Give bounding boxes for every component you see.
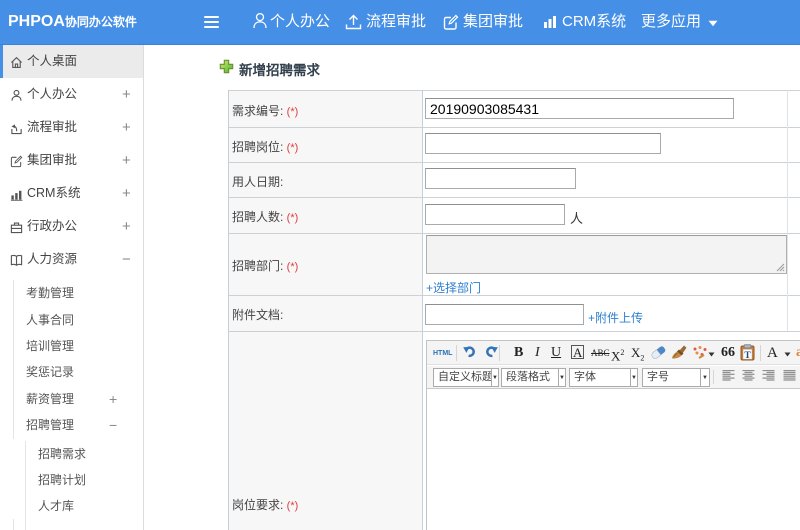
svg-text:T: T [744, 351, 751, 361]
